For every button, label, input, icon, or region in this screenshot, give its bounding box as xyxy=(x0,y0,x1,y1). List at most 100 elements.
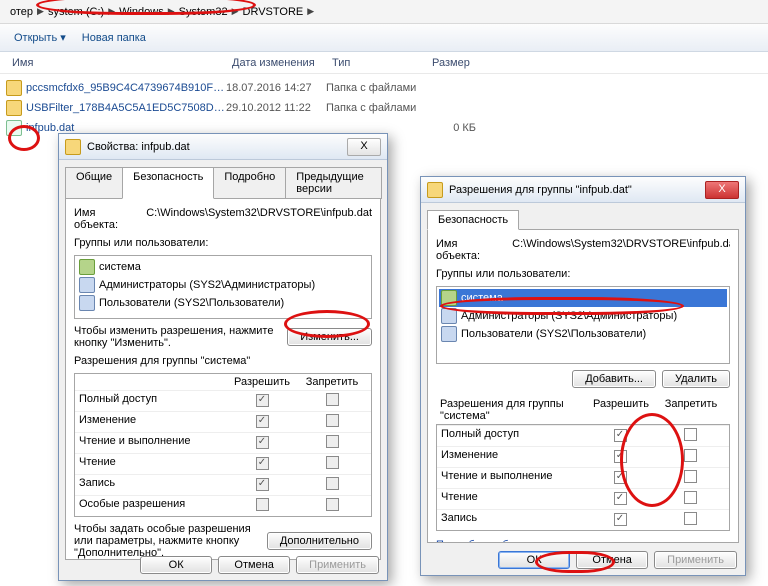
cancel-button[interactable]: Отмена xyxy=(576,551,648,569)
perm-row: Полный доступ xyxy=(437,425,729,446)
ok-button[interactable]: ОК xyxy=(498,551,570,569)
file-name: pccsmcfdx6_95B9C4C4739674B910F22E6... xyxy=(26,82,226,94)
perm-name: Особые разрешения xyxy=(79,498,227,514)
tab-body: Имя объекта: C:\Windows\System32\DRVSTOR… xyxy=(65,198,381,560)
allow-checkbox xyxy=(256,415,269,428)
deny-checkbox xyxy=(326,477,339,490)
remove-button[interactable]: Удалить xyxy=(662,370,730,388)
deny-checkbox[interactable] xyxy=(684,449,697,462)
bc-c[interactable]: system (C:) xyxy=(44,6,108,18)
deny-checkbox xyxy=(326,498,339,511)
perm-for-label: Разрешения для группы "система" xyxy=(440,398,586,422)
chevron-right-icon: ▶ xyxy=(108,6,115,17)
bc-windows[interactable]: Windows xyxy=(115,6,168,18)
advanced-button[interactable]: Дополнительно xyxy=(267,532,372,550)
groups-list[interactable]: система Администраторы (SYS2\Администрат… xyxy=(74,255,372,319)
column-headers[interactable]: Имя Дата изменения Тип Размер xyxy=(0,52,768,74)
permissions-table: Полный доступ Изменение Чтение и выполнени… xyxy=(436,424,730,531)
deny-checkbox[interactable] xyxy=(684,428,697,441)
perm-row: Чтение и выполнение xyxy=(75,432,371,453)
perm-name: Чтение xyxy=(441,491,585,507)
group-icon xyxy=(79,295,95,311)
ok-button[interactable]: ОК xyxy=(140,556,212,574)
dialog-title: Свойства: infpub.dat xyxy=(87,141,347,153)
permissions-dialog: Разрешения для группы "infpub.dat" X Без… xyxy=(420,176,746,576)
open-button[interactable]: Открыть ▾ xyxy=(6,27,74,48)
bc-drvstore[interactable]: DRVSTORE xyxy=(239,6,308,18)
allow-checkbox[interactable] xyxy=(614,450,627,463)
perm-name: Изменение xyxy=(79,414,227,430)
deny-col: Запретить xyxy=(297,376,367,388)
group-item[interactable]: система xyxy=(439,289,727,307)
tabs: Безопасность xyxy=(421,203,745,229)
breadcrumb[interactable]: отер▶ system (C:)▶ Windows▶ System32▶ DR… xyxy=(0,0,768,24)
group-item[interactable]: Администраторы (SYS2\Администраторы) xyxy=(77,276,369,294)
file-icon xyxy=(6,120,22,136)
chevron-right-icon: ▶ xyxy=(307,6,314,17)
groups-label: Группы или пользователи: xyxy=(74,237,372,249)
perm-row: Запись xyxy=(437,509,729,530)
col-size[interactable]: Размер xyxy=(426,57,486,69)
groups-list[interactable]: система Администраторы (SYS2\Администрат… xyxy=(436,286,730,364)
apply-button[interactable]: Применить xyxy=(296,556,379,574)
group-name: Пользователи (SYS2\Пользователи) xyxy=(461,328,646,340)
group-name: Администраторы (SYS2\Администраторы) xyxy=(461,310,677,322)
file-row[interactable]: pccsmcfdx6_95B9C4C4739674B910F22E6... 18… xyxy=(6,78,762,98)
cancel-button[interactable]: Отмена xyxy=(218,556,290,574)
tab-previous[interactable]: Предыдущие версии xyxy=(285,167,382,199)
group-item[interactable]: система xyxy=(77,258,369,276)
allow-checkbox[interactable] xyxy=(614,429,627,442)
tab-security[interactable]: Безопасность xyxy=(122,167,214,199)
dialog-title: Разрешения для группы "infpub.dat" xyxy=(449,184,705,196)
allow-checkbox[interactable] xyxy=(614,492,627,505)
file-name: USBFilter_178B4A5C5A1ED5C7508DAF503... xyxy=(26,102,226,114)
perm-name: Чтение и выполнение xyxy=(441,470,585,486)
add-button[interactable]: Добавить... xyxy=(572,370,656,388)
close-button[interactable]: X xyxy=(705,181,739,199)
group-icon xyxy=(441,326,457,342)
file-date: 29.10.2012 11:22 xyxy=(226,102,326,114)
user-icon xyxy=(441,290,457,306)
perm-row: Чтение и выполнение xyxy=(437,467,729,488)
group-item[interactable]: Пользователи (SYS2\Пользователи) xyxy=(439,325,727,343)
allow-checkbox[interactable] xyxy=(614,513,627,526)
learn-more-link[interactable]: Подробнее об управлении доступом и разре… xyxy=(436,539,703,543)
tab-details[interactable]: Подробно xyxy=(213,167,286,199)
perm-row: Чтение xyxy=(437,488,729,509)
file-icon xyxy=(427,182,443,198)
col-type[interactable]: Тип xyxy=(326,57,426,69)
deny-col: Запретить xyxy=(656,398,726,422)
folder-icon xyxy=(6,100,22,116)
allow-checkbox[interactable] xyxy=(614,471,627,484)
bc-sys32[interactable]: System32 xyxy=(175,6,232,18)
tab-security[interactable]: Безопасность xyxy=(427,210,519,230)
titlebar[interactable]: Разрешения для группы "infpub.dat" X xyxy=(421,177,745,203)
group-item[interactable]: Администраторы (SYS2\Администраторы) xyxy=(439,307,727,325)
group-item[interactable]: Пользователи (SYS2\Пользователи) xyxy=(77,294,369,312)
new-folder-button[interactable]: Новая папка xyxy=(74,28,154,48)
file-size: 0 КБ xyxy=(426,122,476,134)
group-name: Администраторы (SYS2\Администраторы) xyxy=(99,279,315,291)
deny-checkbox[interactable] xyxy=(684,512,697,525)
apply-button[interactable]: Применить xyxy=(654,551,737,569)
deny-checkbox[interactable] xyxy=(684,491,697,504)
perm-name: Запись xyxy=(79,477,227,493)
titlebar[interactable]: Свойства: infpub.dat X xyxy=(59,134,387,160)
col-date[interactable]: Дата изменения xyxy=(226,57,326,69)
tab-general[interactable]: Общие xyxy=(65,167,123,199)
perm-row: Запись xyxy=(75,474,371,495)
chevron-right-icon: ▶ xyxy=(168,6,175,17)
close-button[interactable]: X xyxy=(347,138,381,156)
objname-label: Имя объекта: xyxy=(74,207,132,231)
perm-name: Чтение xyxy=(79,456,227,472)
col-name[interactable]: Имя xyxy=(6,57,226,69)
bc-computer[interactable]: отер xyxy=(6,6,37,18)
deny-checkbox[interactable] xyxy=(684,470,697,483)
chevron-right-icon: ▶ xyxy=(37,6,44,17)
group-name: Пользователи (SYS2\Пользователи) xyxy=(99,297,284,309)
file-row[interactable]: USBFilter_178B4A5C5A1ED5C7508DAF503... 2… xyxy=(6,98,762,118)
change-button[interactable]: Изменить... xyxy=(287,328,372,346)
advanced-hint: Чтобы задать особые разрешения или парам… xyxy=(74,523,261,559)
perm-name: Изменение xyxy=(441,449,585,465)
groups-label: Группы или пользователи: xyxy=(436,268,730,280)
